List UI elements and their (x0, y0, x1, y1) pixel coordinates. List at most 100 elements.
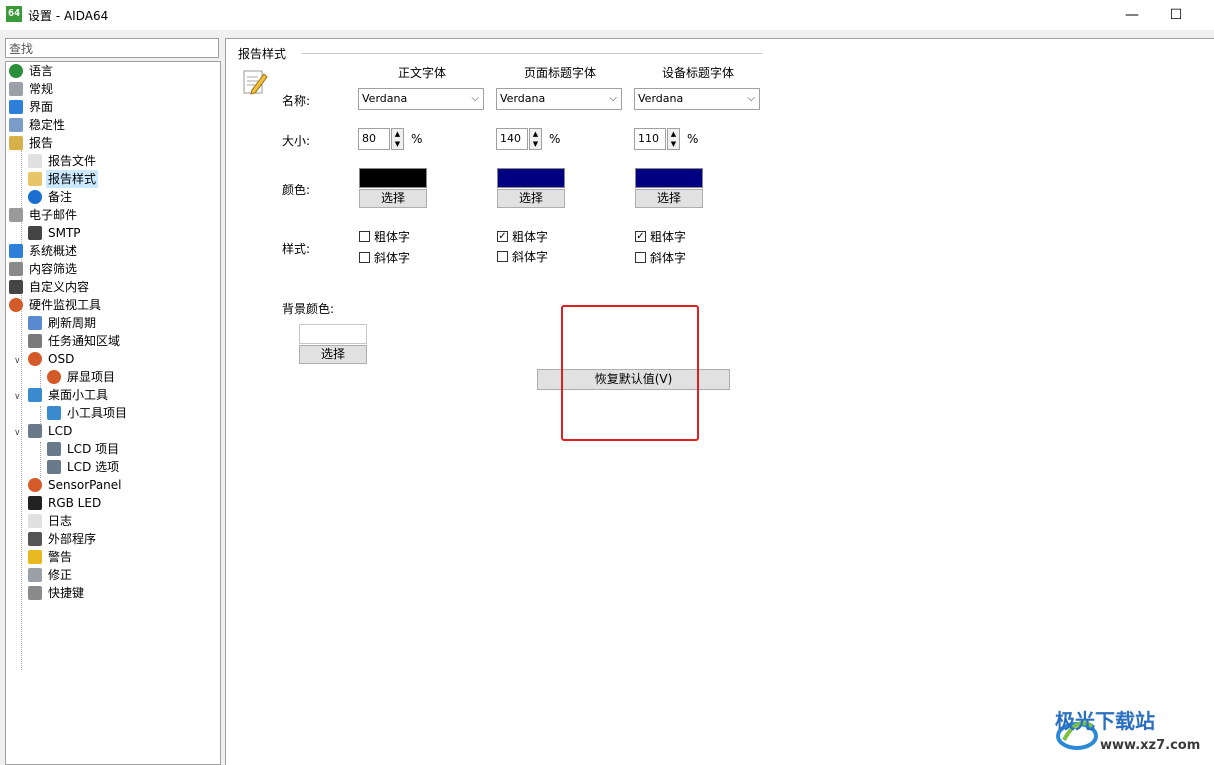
tree-item[interactable]: 常规 (9, 80, 55, 98)
collapse-osd-icon[interactable]: ∨ (14, 356, 21, 366)
rgb-led-icon (28, 496, 42, 510)
app-icon: 64 (6, 6, 22, 22)
tree-item[interactable]: 警告 (28, 548, 74, 566)
device-title-color-choose-button[interactable]: 选择 (635, 189, 703, 208)
device-title-size-stepper[interactable]: ▲ ▼ (667, 128, 680, 150)
device-title-font-value: Verdana (638, 92, 684, 105)
tree-item[interactable]: SensorPanel (28, 476, 124, 494)
tree-item[interactable]: 稳定性 (9, 116, 67, 134)
report-style-icon (28, 172, 42, 186)
collapse-lcd-icon[interactable]: ∨ (14, 428, 21, 438)
tree-item[interactable]: 系统概述 (9, 242, 79, 260)
search-input[interactable]: 查找 (5, 38, 219, 58)
tree-item[interactable]: 报告 (9, 134, 55, 152)
minimize-button[interactable]: — (1117, 4, 1147, 26)
tree-item-label: 自定义内容 (29, 280, 90, 294)
report-style-icon (242, 68, 268, 96)
body-font-value: Verdana (362, 92, 408, 105)
tree-item-label: 报告文件 (48, 154, 97, 168)
device-title-bold-checkbox[interactable]: ✓ (635, 231, 646, 242)
page-title-font-select[interactable]: Verdana ⌵ (496, 88, 622, 110)
page-title-size-stepper[interactable]: ▲ ▼ (529, 128, 542, 150)
tree-item-label: 电子邮件 (29, 208, 78, 222)
background-color-choose-button[interactable]: 选择 (299, 345, 367, 364)
gadget-item-icon (47, 406, 61, 420)
lcd-icon (28, 424, 42, 438)
tree-item-label: 小工具项目 (67, 406, 128, 420)
report-icon (9, 136, 23, 150)
chevron-down-icon: ⌵ (471, 93, 479, 104)
tree-item[interactable]: 备注 (28, 188, 74, 206)
tree-item[interactable]: 报告样式 (28, 170, 99, 188)
keyboard-icon (28, 586, 42, 600)
body-font-size-input[interactable]: 80 (358, 128, 390, 150)
style-label: 样式: (282, 242, 311, 256)
tree-item[interactable]: SMTP (28, 224, 83, 242)
tree-item[interactable]: 桌面小工具 (28, 386, 110, 404)
device-title-size-input[interactable]: 110 (634, 128, 666, 150)
log-icon (28, 514, 42, 528)
warning-icon (28, 550, 42, 564)
body-italic-checkbox[interactable] (359, 252, 370, 263)
body-bold-checkbox[interactable] (359, 231, 370, 242)
tree-item-label: LCD 选项 (67, 460, 120, 474)
page-title-color-swatch (497, 168, 565, 188)
watermark-url: www.xz7.com (1100, 738, 1201, 753)
name-label: 名称: (282, 94, 311, 108)
gauge-icon (9, 298, 23, 312)
tree-item[interactable]: LCD 项目 (47, 440, 121, 458)
gears-icon (9, 118, 23, 132)
bold-label: 粗体字 (512, 230, 549, 244)
tree-item[interactable]: 硬件监视工具 (9, 296, 103, 314)
external-program-icon (28, 532, 42, 546)
device-title-italic-checkbox[interactable] (635, 252, 646, 263)
page-title-bold-checkbox[interactable]: ✓ (497, 231, 508, 242)
body-font-select[interactable]: Verdana ⌵ (358, 88, 484, 110)
tree-item[interactable]: RGB LED (28, 494, 103, 512)
chevron-down-icon: ⌵ (609, 93, 617, 104)
tree-item[interactable]: LCD (28, 422, 74, 440)
refresh-icon (28, 316, 42, 330)
tree-item[interactable]: 电子邮件 (9, 206, 79, 224)
tree-item[interactable]: 任务通知区域 (28, 332, 122, 350)
tree-item-label: SMTP (48, 226, 81, 240)
device-title-font-select[interactable]: Verdana ⌵ (634, 88, 760, 110)
page-title-size-input[interactable]: 140 (496, 128, 528, 150)
percent-unit: % (549, 132, 561, 146)
maximize-button[interactable]: ☐ (1161, 4, 1191, 26)
tree-item[interactable]: 报告文件 (28, 152, 98, 170)
tree-item[interactable]: 快捷键 (28, 584, 86, 602)
tree-item-label: 备注 (48, 190, 73, 204)
color-label: 颜色: (282, 183, 311, 197)
tree-item[interactable]: 自定义内容 (9, 278, 91, 296)
tree-item[interactable]: 小工具项目 (47, 404, 129, 422)
tree-item-label: 报告 (29, 136, 54, 150)
fix-icon (28, 568, 42, 582)
body-color-choose-button[interactable]: 选择 (359, 189, 427, 208)
body-font-size-stepper[interactable]: ▲ ▼ (391, 128, 404, 150)
tree-item[interactable]: 日志 (28, 512, 74, 530)
tree-item[interactable]: LCD 选项 (47, 458, 121, 476)
page-title-color-choose-button[interactable]: 选择 (497, 189, 565, 208)
tree-item[interactable]: 修正 (28, 566, 74, 584)
tree-item[interactable]: OSD (28, 350, 76, 368)
sensorpanel-icon (28, 478, 42, 492)
column-device-title-font: 设备标题字体 (661, 66, 734, 80)
page-title-font-value: Verdana (500, 92, 546, 105)
tree-item[interactable]: 界面 (9, 98, 55, 116)
tree-item[interactable]: 内容筛选 (9, 260, 79, 278)
collapse-gadget-icon[interactable]: ∨ (14, 392, 21, 402)
tree-item[interactable]: 屏显项目 (47, 368, 117, 386)
window-icon (9, 100, 23, 114)
osd-icon (28, 352, 42, 366)
tree-item[interactable]: 外部程序 (28, 530, 98, 548)
size-label: 大小: (282, 134, 311, 148)
tree-item[interactable]: 刷新周期 (28, 314, 98, 332)
column-body-font: 正文字体 (397, 66, 446, 80)
tree-item[interactable]: 语言 (9, 62, 55, 80)
italic-label: 斜体字 (374, 251, 411, 265)
tree-item-label: 界面 (29, 100, 54, 114)
tree-item-label: RGB LED (48, 496, 102, 510)
globe-icon (9, 64, 23, 78)
page-title-italic-checkbox[interactable] (497, 251, 508, 262)
